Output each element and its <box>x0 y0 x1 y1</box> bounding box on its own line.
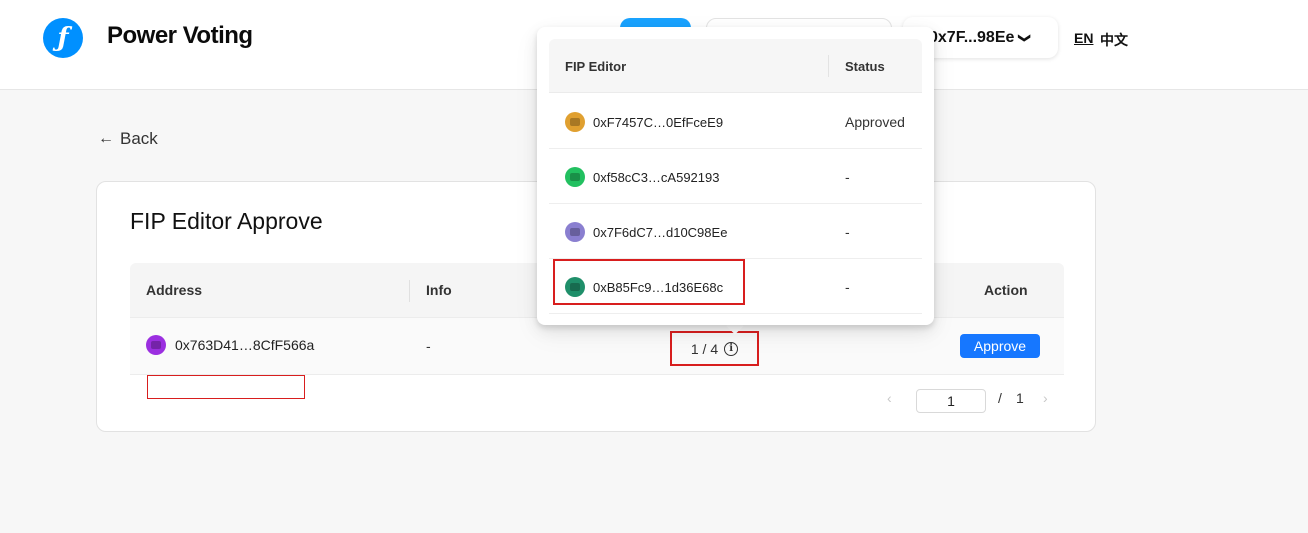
editor-status: Approved <box>845 114 905 130</box>
editor-status: - <box>845 224 850 240</box>
editor-address[interactable]: 0xf58cC3…cA592193 <box>593 170 719 185</box>
approve-button[interactable]: Approve <box>960 334 1040 358</box>
list-item: 0x7F6dC7…d10C98Ee - <box>549 204 922 259</box>
editor-address-cell: 0xf58cC3…cA592193 <box>565 167 719 187</box>
popover-table-header: FIP Editor Status <box>549 39 922 93</box>
highlight-box <box>147 375 305 399</box>
filecoin-logo-icon[interactable]: ƒ <box>43 18 83 58</box>
editor-address[interactable]: 0x7F6dC7…d10C98Ee <box>593 225 727 240</box>
wallet-address: 0x7F...98Ee <box>929 28 1015 46</box>
column-divider <box>409 280 410 302</box>
approval-ratio-text: 1 / 4 <box>690 340 719 357</box>
app-title[interactable]: Power Voting <box>107 22 253 50</box>
column-header-action: Action <box>984 282 1028 298</box>
list-item: 0xf58cC3…cA592193 - <box>549 149 922 204</box>
column-header-status: Status <box>845 59 885 74</box>
column-header-fip-editor: FIP Editor <box>565 59 627 74</box>
editor-status: - <box>845 279 850 295</box>
column-header-address: Address <box>146 282 203 298</box>
editor-address-cell: 0x7F6dC7…d10C98Ee <box>565 222 727 242</box>
user-avatar-icon <box>146 335 166 355</box>
arrow-left-icon: ← <box>98 130 114 147</box>
pagination-next-button[interactable]: › <box>1043 390 1048 406</box>
column-divider <box>828 55 829 77</box>
table-row: 0x763D41…8CfF566a - 1 / 4 i Approve <box>130 318 1064 375</box>
info-icon[interactable]: i <box>724 341 739 356</box>
approval-ratio[interactable]: 1 / 4 i <box>670 331 759 366</box>
column-header-info: Info <box>426 282 452 298</box>
pagination-page-input[interactable] <box>916 389 986 413</box>
editor-status: - <box>845 169 850 185</box>
highlight-box <box>553 259 745 305</box>
info-cell: - <box>426 338 431 354</box>
pagination-total: 1 <box>1016 390 1024 406</box>
pagination-prev-button[interactable]: ‹ <box>887 390 892 406</box>
editor-avatar-icon <box>565 222 585 242</box>
editor-address[interactable]: 0xF7457C…0EfFceE9 <box>593 115 723 130</box>
page-title: FIP Editor Approve <box>130 208 323 234</box>
address-cell: 0x763D41…8CfF566a <box>146 335 314 355</box>
lang-en-option[interactable]: EN <box>1074 30 1093 46</box>
pagination-separator: / <box>998 390 1002 406</box>
chevron-down-icon: ❯ <box>1018 32 1033 43</box>
back-label: Back <box>120 129 158 148</box>
editor-avatar-icon <box>565 112 585 132</box>
address-text[interactable]: 0x763D41…8CfF566a <box>175 337 314 353</box>
list-item: 0xF7457C…0EfFceE9 Approved <box>549 94 922 149</box>
editor-avatar-icon <box>565 167 585 187</box>
lang-zh-option[interactable]: 中文 <box>1100 30 1128 50</box>
back-link[interactable]: ← Back <box>98 129 158 149</box>
editor-address-cell: 0xF7457C…0EfFceE9 <box>565 112 723 132</box>
